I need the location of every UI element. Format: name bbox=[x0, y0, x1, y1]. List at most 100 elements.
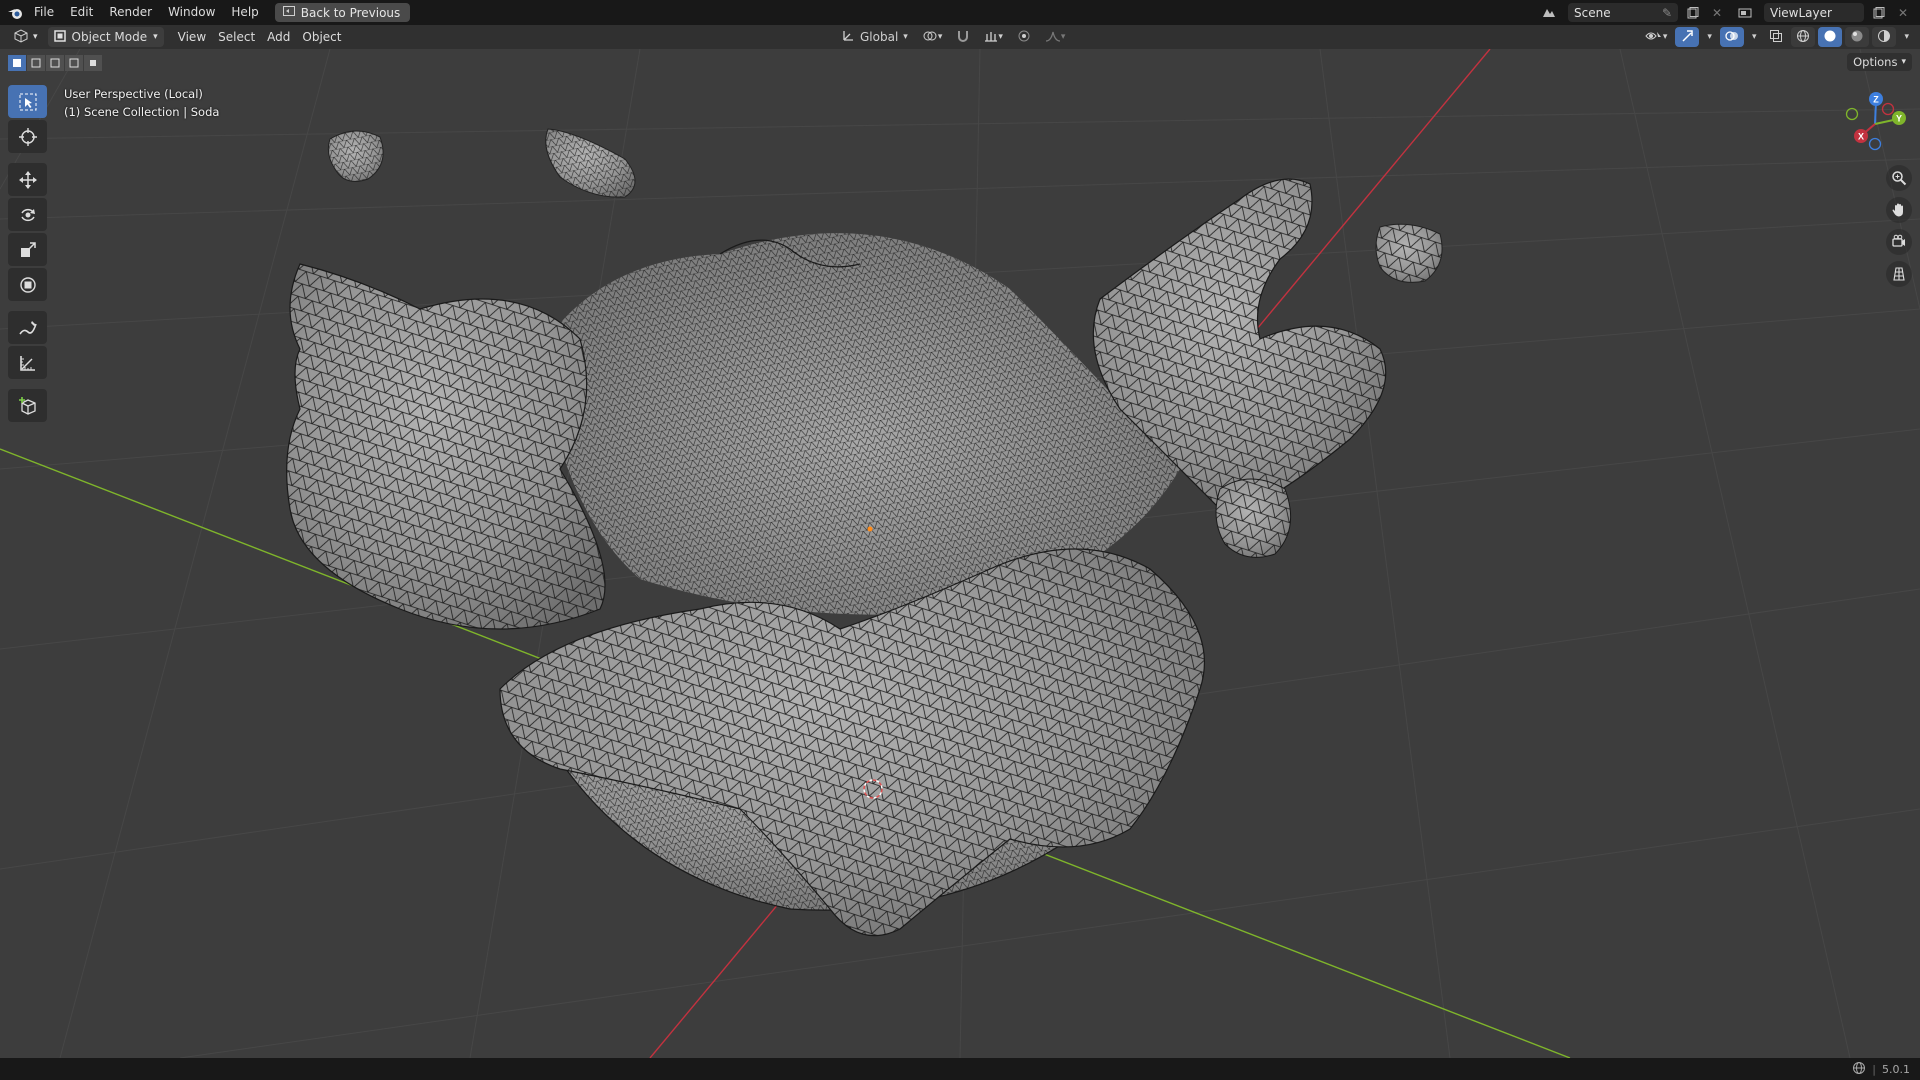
camera-view-icon[interactable] bbox=[1886, 229, 1912, 255]
back-screen-icon bbox=[282, 5, 295, 20]
xray-toggle[interactable] bbox=[1764, 27, 1788, 47]
options-label: Options bbox=[1853, 55, 1898, 69]
scene-name-field[interactable]: Scene ✎ bbox=[1568, 3, 1678, 22]
back-to-previous-button[interactable]: Back to Previous bbox=[274, 3, 411, 22]
soda-droplet bbox=[1375, 223, 1443, 283]
snap-increment-icon bbox=[984, 30, 998, 45]
menu-help[interactable]: Help bbox=[223, 0, 266, 25]
top-menu-bar: File Edit Render Window Help Back to Pre… bbox=[0, 0, 1920, 25]
shading-rendered-button[interactable] bbox=[1872, 27, 1897, 47]
back-to-previous-label: Back to Previous bbox=[300, 5, 401, 20]
measure-icon[interactable] bbox=[8, 346, 47, 379]
cursor-icon[interactable] bbox=[8, 120, 47, 153]
select-intersect-icon[interactable] bbox=[84, 55, 102, 71]
move-icon[interactable] bbox=[8, 163, 47, 196]
select-new-icon[interactable] bbox=[8, 55, 26, 71]
editor-type-button[interactable]: ▾ bbox=[6, 27, 44, 47]
rendered-sphere-icon bbox=[1877, 29, 1891, 46]
pivot-point-dropdown[interactable]: ▾ bbox=[917, 27, 948, 47]
3d-viewport[interactable]: User Perspective (Local) (1) Scene Colle… bbox=[0, 49, 1920, 1058]
scene-name: Scene bbox=[1574, 5, 1611, 20]
shading-material-button[interactable] bbox=[1845, 27, 1870, 47]
menu-window[interactable]: Window bbox=[160, 0, 223, 25]
rotate-icon[interactable] bbox=[8, 198, 47, 231]
overlays-dropdown[interactable]: ▾ bbox=[1747, 27, 1762, 47]
show-overlays-toggle[interactable] bbox=[1719, 27, 1744, 47]
status-separator: | bbox=[1872, 1062, 1876, 1076]
material-sphere-icon bbox=[1850, 29, 1864, 46]
network-globe-icon bbox=[1852, 1061, 1866, 1078]
soda-droplet bbox=[545, 128, 636, 198]
viewport-header: ▾ Object Mode ▾ View Select Add Object G… bbox=[0, 25, 1920, 49]
view-layer-name: ViewLayer bbox=[1770, 5, 1832, 20]
annotate-icon[interactable] bbox=[8, 311, 47, 344]
navigation-gizmo[interactable]: Z Y X bbox=[1840, 89, 1910, 159]
soda-droplet bbox=[327, 130, 384, 182]
pin-icon[interactable]: ✎ bbox=[1662, 6, 1672, 20]
menu-object[interactable]: Object bbox=[296, 27, 347, 47]
select-extend-icon[interactable] bbox=[27, 55, 45, 71]
chevron-down-icon: ▾ bbox=[903, 32, 908, 42]
overlays-icon bbox=[1725, 29, 1739, 46]
menu-select[interactable]: Select bbox=[212, 27, 261, 47]
transform-icon[interactable] bbox=[8, 268, 47, 301]
new-view-layer-icon[interactable] bbox=[1870, 4, 1888, 22]
mode-selector[interactable]: Object Mode ▾ bbox=[47, 27, 164, 47]
object-visibility-dropdown[interactable]: ▾ bbox=[1640, 27, 1673, 47]
new-scene-icon[interactable] bbox=[1684, 4, 1702, 22]
viewport-info-overlay: User Perspective (Local) (1) Scene Colle… bbox=[64, 85, 219, 121]
tool-shelf bbox=[8, 85, 47, 422]
menu-add[interactable]: Add bbox=[261, 27, 296, 47]
zoom-icon[interactable] bbox=[1886, 165, 1912, 191]
pan-hand-icon[interactable] bbox=[1886, 197, 1912, 223]
select-invert-icon[interactable] bbox=[65, 55, 83, 71]
proportional-editing-toggle[interactable] bbox=[1012, 27, 1036, 47]
scale-icon[interactable] bbox=[8, 233, 47, 266]
viewport-scene bbox=[0, 49, 1920, 1058]
shading-wireframe-button[interactable] bbox=[1791, 27, 1816, 47]
remove-scene-icon[interactable]: ✕ bbox=[1708, 4, 1726, 22]
menu-file[interactable]: File bbox=[26, 0, 62, 25]
snap-toggle[interactable] bbox=[951, 27, 975, 47]
view-perspective-label: User Perspective (Local) bbox=[64, 87, 203, 101]
shading-dropdown[interactable]: ▾ bbox=[1899, 27, 1914, 47]
transform-orientation-dropdown[interactable]: Global ▾ bbox=[836, 27, 913, 47]
proportional-editing-icon bbox=[1017, 29, 1031, 46]
blender-logo-icon[interactable] bbox=[4, 4, 26, 22]
snap-target-dropdown[interactable]: ▾ bbox=[979, 27, 1008, 47]
view-layer-field[interactable]: ViewLayer bbox=[1764, 3, 1864, 22]
show-gizmo-toggle[interactable] bbox=[1675, 27, 1700, 47]
menu-view[interactable]: View bbox=[172, 27, 212, 47]
gizmo-icon bbox=[1680, 29, 1694, 46]
chevron-down-icon: ▾ bbox=[153, 32, 158, 42]
select-box-icon[interactable] bbox=[8, 85, 47, 118]
chevron-down-icon: ▾ bbox=[1662, 32, 1668, 42]
falloff-curve-icon bbox=[1045, 30, 1061, 45]
solid-sphere-icon bbox=[1823, 29, 1837, 46]
selection-mode-group bbox=[8, 55, 102, 71]
add-cube-icon[interactable] bbox=[8, 389, 47, 422]
gizmo-y-label: Y bbox=[1896, 114, 1902, 124]
object-mode-icon bbox=[53, 29, 66, 45]
falloff-dropdown[interactable]: ▾ bbox=[1040, 27, 1071, 47]
gizmo-x-label: X bbox=[1858, 132, 1864, 142]
gizmo-dropdown[interactable]: ▾ bbox=[1702, 27, 1717, 47]
perspective-toggle-icon[interactable] bbox=[1886, 261, 1912, 287]
chevron-down-icon: ▾ bbox=[1707, 32, 1712, 42]
collection-label: (1) Scene Collection | Soda bbox=[64, 105, 220, 119]
menu-edit[interactable]: Edit bbox=[62, 0, 101, 25]
version-label: 5.0.1 bbox=[1882, 1062, 1910, 1076]
menu-render[interactable]: Render bbox=[101, 0, 160, 25]
select-subtract-icon[interactable] bbox=[46, 55, 64, 71]
scene-selector-icon[interactable] bbox=[1536, 4, 1562, 22]
xray-icon bbox=[1769, 29, 1783, 46]
chevron-down-icon: ▾ bbox=[33, 32, 38, 42]
wireframe-sphere-icon bbox=[1796, 29, 1810, 46]
remove-view-layer-icon[interactable]: ✕ bbox=[1894, 4, 1912, 22]
options-dropdown[interactable]: Options ▾ bbox=[1847, 53, 1912, 71]
chevron-down-icon: ▾ bbox=[998, 32, 1003, 42]
soda-splash-mesh bbox=[286, 178, 1387, 937]
chevron-down-icon: ▾ bbox=[1060, 32, 1066, 42]
view-layer-icon[interactable] bbox=[1732, 4, 1758, 22]
shading-solid-button[interactable] bbox=[1818, 27, 1843, 47]
